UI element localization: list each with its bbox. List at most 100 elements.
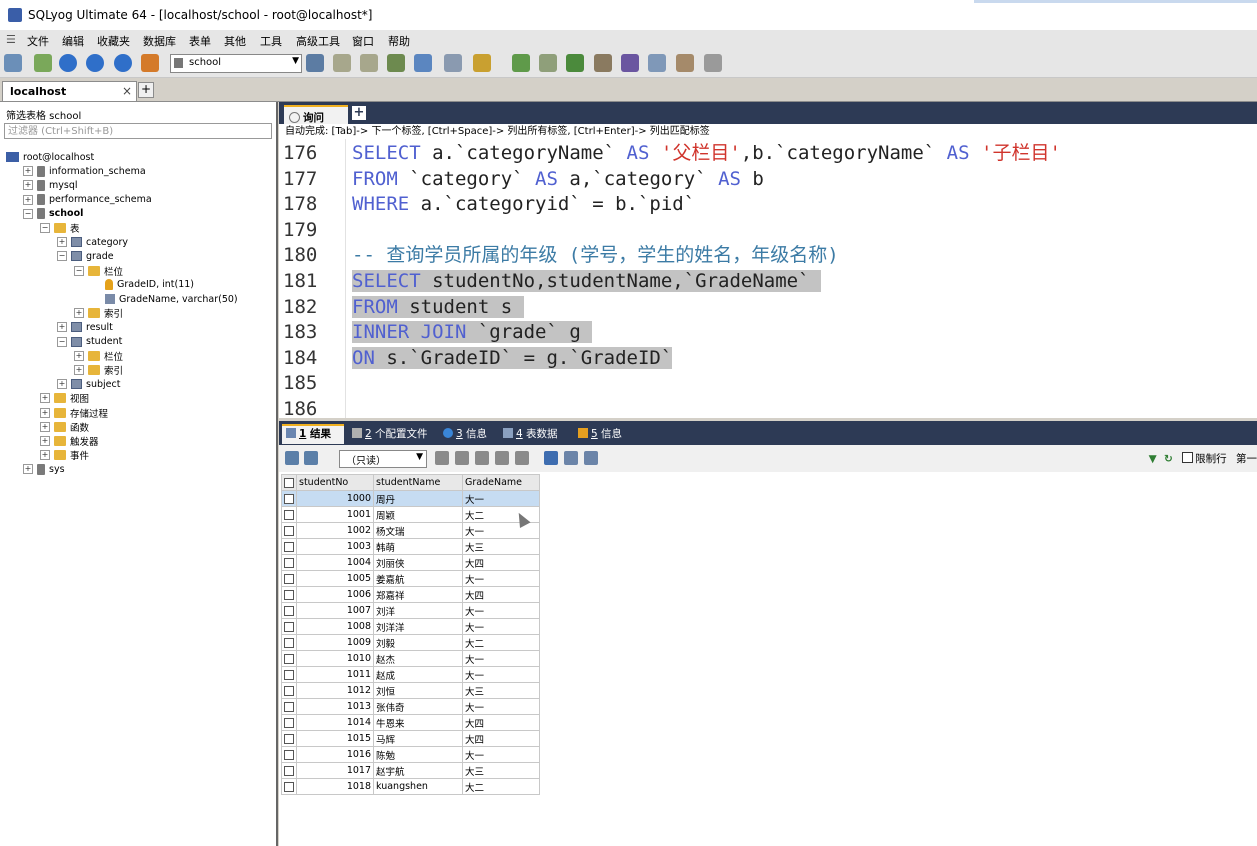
tab-query[interactable]: 询问 [284, 105, 348, 124]
grid-cell-GradeName[interactable]: 大二 [462, 778, 540, 795]
tree-item[interactable]: + performance_schema [23, 193, 152, 207]
grid-cell-studentNo[interactable]: 1006 [296, 586, 374, 603]
menu-advanced-tools[interactable]: 高级工具 [296, 33, 340, 49]
grid-cell-studentNo[interactable]: 1008 [296, 618, 374, 635]
expand-icon[interactable]: + [57, 379, 67, 390]
export-icon[interactable] [414, 54, 432, 72]
stop-icon[interactable] [114, 54, 132, 72]
tree-item[interactable]: + category [57, 235, 128, 249]
collapse-icon[interactable]: − [57, 251, 67, 262]
table-row[interactable]: 1016 陈勉 大一 [281, 746, 540, 763]
report-icon[interactable] [676, 54, 694, 72]
sync-icon[interactable] [512, 54, 530, 72]
notifications-icon[interactable] [648, 54, 666, 72]
expand-icon[interactable]: + [40, 436, 50, 446]
duplicate-row-icon[interactable] [455, 451, 469, 465]
new-connection-icon[interactable] [34, 54, 52, 72]
add-connection-tab-button[interactable]: + [138, 82, 154, 98]
row-checkbox[interactable] [281, 602, 297, 619]
grid-cell-GradeName[interactable]: 大一 [462, 746, 540, 763]
query-builder-icon[interactable] [473, 54, 491, 72]
expand-icon[interactable]: + [74, 350, 84, 361]
column-header-GradeName[interactable]: GradeName [462, 474, 540, 491]
table-row[interactable]: 1007 刘洋 大一 [281, 602, 540, 619]
menu-tools[interactable]: 工具 [260, 33, 282, 49]
sql-editor[interactable]: 176 SELECT a.`categoryName` AS '父栏目',b.`c… [279, 139, 1257, 418]
grid-cell-studentNo[interactable]: 1004 [296, 554, 374, 571]
expand-icon[interactable]: + [40, 450, 50, 461]
data-sync-icon[interactable] [566, 54, 584, 72]
grid-cell-studentNo[interactable]: 1002 [296, 522, 374, 539]
row-checkbox[interactable] [281, 714, 297, 731]
tree-item[interactable]: root@localhost [6, 150, 94, 164]
grid-cell-studentName[interactable]: 周颖 [373, 506, 463, 523]
tree-item[interactable]: − 栏位 [74, 264, 123, 278]
table-row[interactable]: 1013 张伟奇 大一 [281, 698, 540, 715]
grid-cell-studentNo[interactable]: 1018 [296, 778, 374, 795]
tree-item[interactable]: − grade [57, 249, 114, 263]
tree-item[interactable]: + 函数 [40, 420, 89, 434]
row-checkbox[interactable] [281, 554, 297, 571]
limit-rows-checkbox[interactable] [1182, 452, 1194, 463]
menu-other[interactable]: 其他 [224, 33, 246, 49]
table-row[interactable]: 1006 郑嘉祥 大四 [281, 586, 540, 603]
tab-profiles[interactable]: 2 个配置文件 [348, 424, 428, 444]
copy-result-icon[interactable] [304, 451, 318, 465]
tree-item[interactable]: + mysql [23, 178, 78, 192]
table-row[interactable]: 1000 周丹 大一 [281, 490, 540, 507]
menu-table[interactable]: 表单 [189, 33, 211, 49]
grid-cell-studentNo[interactable]: 1009 [296, 634, 374, 651]
menu-file[interactable]: 文件 [27, 33, 49, 49]
grid-cell-studentNo[interactable]: 1012 [296, 682, 374, 699]
tree-item[interactable]: + 视图 [40, 391, 89, 405]
row-checkbox[interactable] [281, 698, 297, 715]
expand-icon[interactable]: + [23, 166, 33, 177]
menu-help[interactable]: 帮助 [388, 33, 410, 49]
table-row[interactable]: 1017 赵宇航 大三 [281, 762, 540, 779]
row-checkbox[interactable] [281, 634, 297, 651]
table-row[interactable]: 1005 姜嘉航 大一 [281, 570, 540, 587]
close-icon[interactable]: × [122, 84, 132, 98]
grid-cell-GradeName[interactable]: 大一 [462, 618, 540, 635]
tree-item[interactable]: − student [57, 335, 122, 349]
grid-cell-studentName[interactable]: 韩萌 [373, 538, 463, 555]
table-row[interactable]: 1002 杨文瑞 大一 [281, 522, 540, 539]
table-row[interactable]: 1011 赵成 大一 [281, 666, 540, 683]
grid-cell-GradeName[interactable]: 大一 [462, 602, 540, 619]
backup-icon[interactable] [333, 54, 351, 72]
table-row[interactable]: 1014 牛恩来 大四 [281, 714, 540, 731]
grid-cell-studentName[interactable]: 杨文瑞 [373, 522, 463, 539]
row-checkbox[interactable] [281, 618, 297, 635]
grid-cell-studentName[interactable]: 刘恒 [373, 682, 463, 699]
row-checkbox[interactable] [281, 666, 297, 683]
tab-result[interactable]: 1 结果 [282, 424, 344, 444]
expand-icon[interactable]: + [23, 194, 33, 205]
grid-view-icon[interactable] [544, 451, 558, 465]
select-all-checkbox[interactable] [281, 474, 297, 491]
tree-item[interactable]: GradeName, varchar(50) [91, 292, 238, 306]
table-row[interactable]: 1012 刘恒 大三 [281, 682, 540, 699]
grid-cell-studentName[interactable]: 赵宇航 [373, 762, 463, 779]
tree-item[interactable]: + 事件 [40, 448, 89, 462]
result-mode-select[interactable]: （只读） ▼ [339, 450, 427, 468]
collapse-icon[interactable]: − [40, 223, 50, 233]
row-checkbox[interactable] [281, 650, 297, 667]
expand-icon[interactable]: + [40, 421, 50, 432]
grid-cell-studentNo[interactable]: 1010 [296, 650, 374, 667]
grid-cell-studentNo[interactable]: 1013 [296, 698, 374, 715]
row-checkbox[interactable] [281, 506, 297, 523]
tree-item[interactable]: + result [57, 320, 113, 334]
menu-edit[interactable]: 编辑 [62, 33, 84, 49]
table-row[interactable]: 1009 刘毅 大二 [281, 634, 540, 651]
row-checkbox[interactable] [281, 538, 297, 555]
grid-cell-studentName[interactable]: 张伟奇 [373, 698, 463, 715]
filter-icon[interactable]: ▼ [1149, 453, 1157, 465]
expand-icon[interactable]: + [74, 308, 84, 319]
menu-database[interactable]: 数据库 [143, 33, 176, 49]
row-checkbox[interactable] [281, 730, 297, 747]
grid-cell-GradeName[interactable]: 大四 [462, 714, 540, 731]
expand-icon[interactable]: + [40, 407, 50, 418]
tree-item[interactable]: + 栏位 [74, 349, 123, 363]
grid-cell-studentName[interactable]: 马辉 [373, 730, 463, 747]
table-row[interactable]: 1001 周颖 大二 [281, 506, 540, 523]
